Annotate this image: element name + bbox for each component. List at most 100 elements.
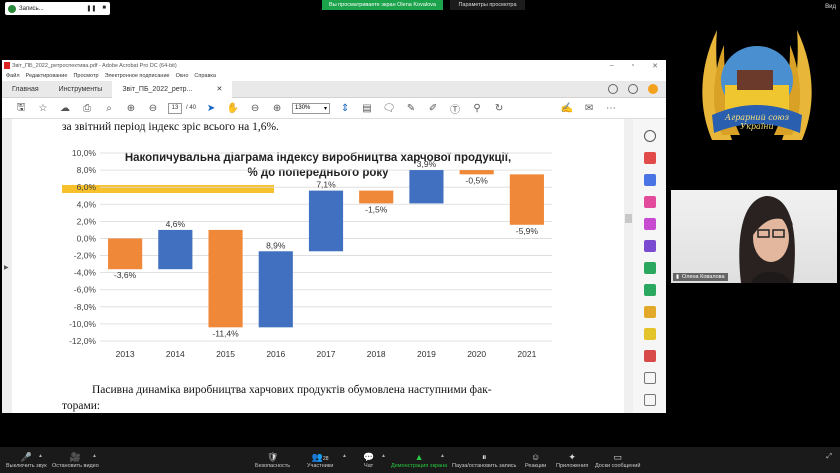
sign-icon[interactable]: ✍ — [556, 98, 578, 119]
whiteboards-button[interactable]: ▭ Доски сообщений — [595, 451, 640, 469]
participants-button[interactable]: 👥28 Участники — [307, 451, 333, 469]
menu-esign[interactable]: Электронное подписание — [105, 73, 170, 79]
zoom-level-select[interactable]: 130% ▾ — [292, 102, 331, 114]
fit-page-icon[interactable]: ⇕ — [334, 98, 356, 119]
menu-file[interactable]: Файл — [6, 73, 20, 79]
comment-icon[interactable]: 🗨 — [378, 98, 400, 119]
bell-icon[interactable] — [628, 84, 638, 94]
agrarian-union-logo: Аграрний союз України — [702, 30, 812, 140]
waterfall-bar-2018 — [359, 190, 394, 204]
page-number-input[interactable]: 13 — [168, 102, 182, 114]
share-screen-button[interactable]: ▲ Демонстрация экрана — [391, 451, 447, 469]
participants-glyph: 👥 — [311, 452, 323, 462]
mail-icon[interactable]: ✉ — [578, 98, 600, 119]
view-button[interactable]: Вид — [825, 4, 836, 10]
share-screen-icon: ▲ — [414, 452, 424, 462]
draw-icon[interactable]: ✐ — [422, 98, 444, 119]
brand-text-2: України — [740, 122, 773, 131]
recording-indicator[interactable]: Запись... ❚❚ ■ — [5, 2, 110, 15]
fullscreen-icon[interactable]: ⤢ — [826, 453, 832, 461]
menu-help[interactable]: Справка — [194, 73, 216, 79]
account-icon[interactable] — [648, 84, 658, 94]
acrobat-title-bar: Звіт_ПБ_2022_ретроспектива.pdf - Adobe A… — [2, 60, 666, 71]
share-screen-label: Демонстрация экрана — [391, 463, 448, 469]
reactions-button[interactable]: ☺ Реакции — [525, 451, 546, 469]
security-label: Безопасность — [255, 463, 291, 469]
close-tab-icon[interactable]: ✕ — [216, 85, 222, 93]
chevron-up-icon[interactable]: ▲ — [38, 453, 43, 459]
search-tool-icon[interactable] — [644, 130, 656, 142]
select-cursor-icon[interactable]: ➤ — [200, 98, 222, 119]
maximize-icon[interactable]: ▫ — [632, 62, 634, 70]
send-signature-icon[interactable] — [644, 262, 656, 274]
shield-icon: 🛡 — [266, 452, 279, 462]
rotate-icon[interactable]: ↻ — [488, 98, 510, 119]
tab-document[interactable]: Звіт_ПБ_2022_ретр... ✕ — [112, 80, 233, 98]
data-label: 4,6% — [166, 219, 186, 229]
stop-icon[interactable]: ■ — [102, 5, 106, 12]
menu-edit[interactable]: Редактирование — [26, 73, 68, 79]
scroll-mode-icon[interactable]: ▤ — [356, 98, 378, 119]
upload-icon[interactable]: ☁ — [54, 98, 76, 119]
chevron-up-icon[interactable]: ▲ — [92, 453, 97, 459]
view-options-button[interactable]: Параметры просмотра — [450, 0, 525, 10]
vertical-scrollbar[interactable] — [624, 119, 633, 413]
export-pdf-icon[interactable] — [644, 152, 656, 164]
edit-pdf-icon[interactable] — [644, 218, 656, 230]
doc-line-top: за звітний період індекс зріс всього на … — [62, 121, 279, 133]
protect-icon[interactable] — [644, 350, 656, 362]
pause-icon[interactable]: ❚❚ — [86, 5, 96, 12]
y-tick-label: 6,0% — [77, 182, 97, 192]
bookmark-star-icon[interactable]: ☆ — [32, 98, 54, 119]
chevron-up-icon[interactable]: ▲ — [381, 453, 386, 459]
expand-pane-icon[interactable] — [644, 394, 656, 406]
left-pane-toggle[interactable]: ▶ — [2, 119, 12, 413]
create-pdf-icon[interactable] — [644, 174, 656, 186]
save-icon[interactable]: 🖫 — [10, 98, 32, 119]
microphone-icon: 🎤 — [20, 452, 32, 462]
more-tools-icon[interactable]: ⋯ — [600, 98, 622, 119]
chat-button[interactable]: 💬 Чат — [363, 451, 374, 469]
zoom-search-icon[interactable]: ⌕ — [98, 98, 120, 119]
security-button[interactable]: 🛡 Безопасность — [255, 451, 290, 469]
presenter-video[interactable]: ▮ Олена Ковалова — [671, 190, 837, 283]
page-down-icon[interactable]: ⊖ — [142, 98, 164, 119]
scan-ocr-icon[interactable] — [644, 328, 656, 340]
fill-sign-icon[interactable] — [644, 240, 656, 252]
page-up-icon[interactable]: ⊕ — [120, 98, 142, 119]
tab-tools[interactable]: Инструменты — [49, 81, 113, 98]
apps-button[interactable]: ✦ Приложения — [556, 451, 588, 469]
help-icon[interactable] — [608, 84, 618, 94]
hand-icon[interactable]: ✋ — [222, 98, 244, 119]
highlight-icon[interactable]: ✎ — [400, 98, 422, 119]
more-pane-icon[interactable] — [644, 372, 656, 384]
record-icon — [8, 4, 16, 13]
y-tick-label: -12,0% — [69, 336, 96, 346]
chevron-up-icon[interactable]: ▲ — [440, 453, 445, 459]
compress-icon[interactable] — [644, 284, 656, 296]
scroll-thumb[interactable] — [625, 214, 632, 223]
menu-window[interactable]: Окно — [176, 73, 189, 79]
y-tick-label: -4,0% — [74, 268, 97, 278]
presenter-figure — [739, 196, 795, 283]
stamp-icon[interactable]: ⚲ — [466, 98, 488, 119]
presenter-name: Олена Ковалова — [682, 274, 725, 280]
menu-view[interactable]: Просмотр — [73, 73, 98, 79]
data-label: -3,6% — [114, 270, 137, 280]
y-tick-label: 10,0% — [72, 148, 97, 158]
x-tick-label: 2018 — [367, 349, 386, 359]
zoom-in-icon[interactable]: ⊕ — [266, 98, 288, 119]
text-edit-icon[interactable]: Ⓣ — [444, 98, 466, 119]
camera-icon: 🎥 — [69, 452, 82, 462]
comment-tool-icon[interactable] — [644, 306, 656, 318]
tab-home[interactable]: Главная — [2, 81, 49, 98]
print-icon[interactable]: ⎙ — [76, 98, 98, 119]
pause-recording-button[interactable]: ⏸ Пауза/остановить запись — [452, 451, 516, 469]
close-icon[interactable]: ✕ — [652, 62, 658, 70]
minimize-icon[interactable]: – — [610, 62, 614, 70]
pause-recording-label: Пауза/остановить запись — [452, 463, 517, 469]
chevron-up-icon[interactable]: ▲ — [342, 453, 347, 459]
x-tick-label: 2017 — [317, 349, 336, 359]
zoom-out-icon[interactable]: ⊖ — [244, 98, 266, 119]
organize-pages-icon[interactable] — [644, 196, 656, 208]
